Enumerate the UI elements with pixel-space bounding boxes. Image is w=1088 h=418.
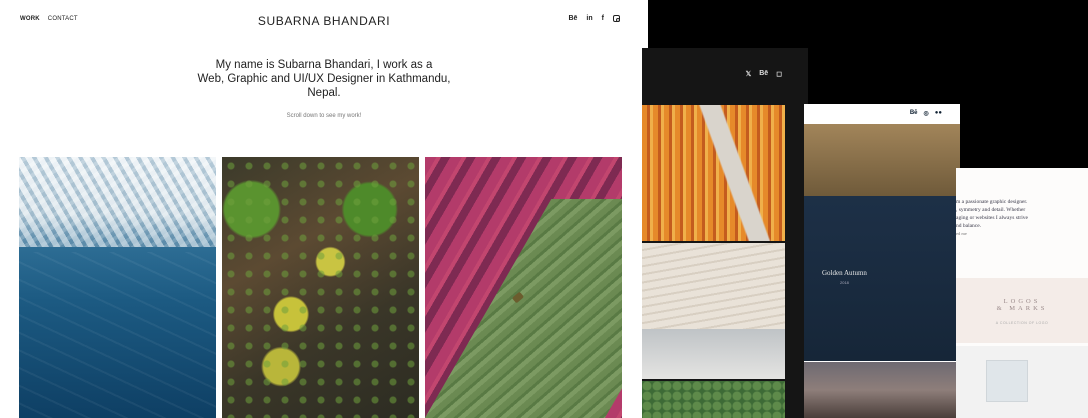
trees-photo[interactable] <box>642 381 785 418</box>
instagram-icon[interactable]: ◻ <box>776 70 782 78</box>
about-site-mockup: m a passionate graphic designer. , symme… <box>956 168 1088 418</box>
ice-aerial-photo[interactable] <box>19 157 216 418</box>
intro-line: Web, Graphic and UI/UX Designer in Kathm… <box>197 73 451 85</box>
business-card-photo[interactable] <box>956 346 1088 418</box>
tractor-detail <box>511 291 525 304</box>
intro-text: My name is Subarna Bhandari, I work as a… <box>0 58 648 100</box>
forest-aerial-photo[interactable] <box>222 157 419 418</box>
intro-line: My name is Subarna Bhandari, I work as a <box>215 59 433 71</box>
behance-icon[interactable]: Bē <box>759 70 768 78</box>
portfolio-homepage: WORK CONTACT SUBARNA BHANDARI Bē in f My… <box>0 0 648 418</box>
site-title[interactable]: SUBARNA BHANDARI <box>0 14 648 28</box>
mockup-light-social: Bē ◎ ●● <box>910 110 942 117</box>
work-gallery <box>19 157 622 418</box>
golden-autumn-card[interactable]: Golden Autumn 2018 <box>804 196 960 361</box>
flickr-icon[interactable]: ●● <box>935 110 942 117</box>
dark-site-mockup: 𝕏 Bē ◻ <box>642 48 808 418</box>
about-line: nd balance. <box>956 223 982 229</box>
intro-line: Nepal. <box>307 87 341 99</box>
scroll-hint: Scroll down to see my work! <box>286 113 362 119</box>
about-line: , symmetry and detail. Whether <box>956 207 1026 213</box>
instagram-icon[interactable] <box>613 15 620 22</box>
about-small: ed me <box>956 231 967 236</box>
behance-icon[interactable]: Bē <box>568 15 577 22</box>
logos-subtitle: A COLLECTION OF LOGO <box>995 321 1049 325</box>
landscape-photo[interactable] <box>804 362 960 418</box>
light-site-mockup: Bē ◎ ●● Golden Autumn 2018 <box>804 104 960 418</box>
linkedin-icon[interactable]: in <box>586 15 592 22</box>
logos-title-line: LOGOS <box>1003 298 1041 305</box>
stadium-photo[interactable] <box>642 243 785 379</box>
about-line: aging or websites I always strive <box>956 215 1028 221</box>
desert-photo[interactable] <box>804 124 960 196</box>
architecture-photo[interactable] <box>642 105 785 241</box>
tulip-field-aerial-photo[interactable] <box>425 157 622 418</box>
logos-title: LOGOS & MARKS <box>956 298 1088 312</box>
logos-marks-card[interactable]: LOGOS & MARKS A COLLECTION OF LOGO <box>956 278 1088 343</box>
twitter-icon[interactable]: 𝕏 <box>746 70 752 78</box>
about-text: m a passionate graphic designer. , symme… <box>956 198 1076 238</box>
social-links: Bē in f <box>568 15 620 22</box>
facebook-icon[interactable]: f <box>602 15 604 22</box>
instagram-icon[interactable]: ◎ <box>924 110 929 117</box>
logos-title-line: & MARKS <box>996 305 1048 312</box>
card-subtitle: 2018 <box>840 280 849 285</box>
mockup-dark-social: 𝕏 Bē ◻ <box>746 70 782 78</box>
behance-icon[interactable]: Bē <box>910 110 918 117</box>
card-title: Golden Autumn <box>822 269 867 277</box>
about-line: m a passionate graphic designer. <box>956 199 1028 205</box>
